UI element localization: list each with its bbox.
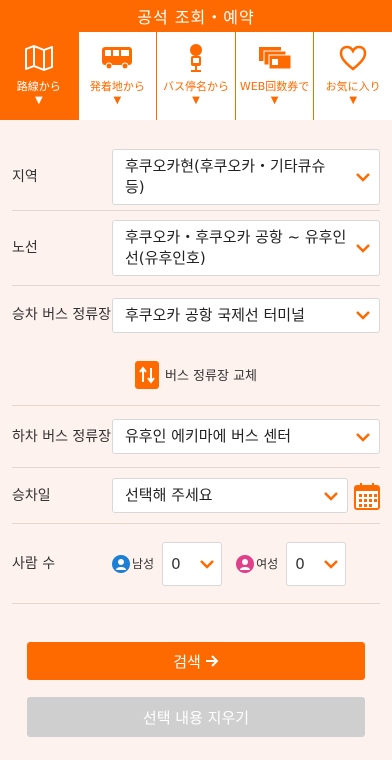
tab-route[interactable]: 路線から ▼ bbox=[0, 32, 79, 120]
date-row: 승차일 선택해 주세요 bbox=[12, 468, 380, 524]
chevron-down-icon bbox=[356, 244, 370, 253]
female-person-icon bbox=[236, 554, 255, 573]
route-row: 노선 후쿠오카・후쿠오카 공항 ~ 유후인선(유후인호) bbox=[12, 211, 380, 286]
tab-origin[interactable]: 発着地から ▼ bbox=[78, 32, 158, 120]
route-select[interactable]: 후쿠오카・후쿠오카 공항 ~ 유후인선(유후인호) bbox=[112, 220, 380, 276]
arrow-right-icon bbox=[205, 655, 219, 667]
people-selector: 남성 0 여성 0 bbox=[112, 541, 380, 586]
chevron-down-icon: ▼ bbox=[349, 95, 358, 106]
chevron-down-icon: ▼ bbox=[34, 95, 43, 106]
alighting-label: 하차 버스 정류장 bbox=[12, 428, 112, 445]
alighting-select[interactable]: 유후인 에키마에 버스 센터 bbox=[112, 419, 380, 454]
swap-icon bbox=[135, 360, 159, 389]
male-label: 남성 bbox=[132, 557, 155, 571]
tab-bus-stop[interactable]: バス停名から ▼ bbox=[157, 32, 236, 120]
route-value: 후쿠오카・후쿠오카 공항 ~ 유후인선(유후인호) bbox=[125, 228, 347, 267]
male-count-select[interactable]: 0 bbox=[162, 541, 223, 586]
male-person-icon bbox=[112, 554, 130, 573]
boarding-select[interactable]: 후쿠오카 공항 국제선 터미널 bbox=[112, 297, 380, 333]
region-value: 후쿠오카현(후쿠오카・기타큐슈 등) bbox=[125, 157, 326, 196]
boarding-label: 승차 버스 정류장 bbox=[12, 307, 112, 323]
bus-stop-icon bbox=[186, 44, 206, 72]
swap-stops-button[interactable]: 버스 정류장 교체 bbox=[135, 360, 257, 389]
swap-row: 버스 정류장 교체 bbox=[12, 344, 380, 406]
chevron-down-icon bbox=[356, 311, 370, 320]
male-group: 남성 0 bbox=[112, 541, 223, 586]
tab-web-ticket-label: WEB回数券で bbox=[239, 80, 310, 93]
chevron-down-icon: ▼ bbox=[113, 95, 122, 106]
people-label: 사람 수 bbox=[12, 555, 56, 572]
chevron-down-icon bbox=[324, 491, 338, 501]
chevron-down-icon bbox=[324, 559, 339, 569]
bus-icon bbox=[101, 44, 133, 72]
alighting-row: 하차 버스 정류장 유후인 에키마에 버스 센터 bbox=[12, 406, 380, 468]
search-button-label: 검색 bbox=[173, 652, 201, 671]
heart-icon bbox=[339, 44, 367, 72]
chevron-down-icon: ▼ bbox=[270, 95, 279, 106]
boarding-value: 후쿠오카 공항 국제선 터미널 bbox=[125, 305, 305, 324]
tab-favorites-label: お気に入り bbox=[325, 80, 381, 93]
date-label: 승차일 bbox=[12, 487, 51, 504]
male-count-value: 0 bbox=[171, 554, 181, 573]
female-label: 여성 bbox=[256, 557, 279, 571]
tab-favorites[interactable]: お気に入り ▼ bbox=[314, 32, 392, 120]
boarding-row: 승차 버스 정류장 후쿠오카 공항 국제선 터미널 bbox=[12, 286, 380, 344]
female-count-value: 0 bbox=[295, 554, 305, 573]
date-value: 선택해 주세요 bbox=[125, 486, 213, 504]
calendar-icon[interactable] bbox=[354, 482, 380, 510]
search-mode-tabs: 路線から ▼ 発着地から ▼ バス停名から ▼ WEB回数券で ▼ お気に入り … bbox=[0, 32, 392, 120]
map-icon bbox=[24, 44, 54, 72]
region-select[interactable]: 후쿠오카현(후쿠오카・기타큐슈 등) bbox=[112, 149, 380, 205]
swap-label: 버스 정류장 교체 bbox=[165, 369, 257, 384]
chevron-down-icon bbox=[356, 173, 370, 182]
tab-bus-stop-label: バス停名から bbox=[162, 80, 229, 93]
date-select[interactable]: 선택해 주세요 bbox=[112, 478, 348, 513]
region-row: 지역 후쿠오카현(후쿠오카・기타큐슈 등) bbox=[12, 144, 380, 211]
page-title-text: 공석 조회・예약 bbox=[137, 8, 255, 27]
clear-button-label: 선택 내용 지우기 bbox=[142, 708, 250, 727]
chevron-down-icon bbox=[356, 432, 370, 442]
female-group: 여성 0 bbox=[236, 541, 347, 586]
page-title: 공석 조회・예약 bbox=[0, 0, 392, 32]
tab-origin-label: 発着地から bbox=[89, 80, 145, 93]
tab-web-ticket[interactable]: WEB回数券で ▼ bbox=[235, 32, 315, 120]
tickets-icon bbox=[258, 44, 292, 72]
chevron-down-icon: ▼ bbox=[192, 95, 200, 106]
search-button[interactable]: 검색 bbox=[27, 642, 365, 680]
chevron-down-icon bbox=[200, 559, 214, 569]
clear-selection-button[interactable]: 선택 내용 지우기 bbox=[27, 697, 365, 737]
route-label: 노선 bbox=[12, 240, 38, 256]
alighting-value: 유후인 에키마에 버스 센터 bbox=[125, 427, 292, 445]
tab-route-label: 路線から bbox=[16, 80, 61, 93]
people-row: 사람 수 남성 0 여성 0 bbox=[12, 524, 380, 604]
female-count-select[interactable]: 0 bbox=[286, 541, 347, 586]
region-label: 지역 bbox=[12, 169, 38, 185]
search-form: 지역 후쿠오카현(후쿠오카・기타큐슈 등) 노선 후쿠오카・후쿠오카 공항 ~ … bbox=[0, 144, 392, 604]
